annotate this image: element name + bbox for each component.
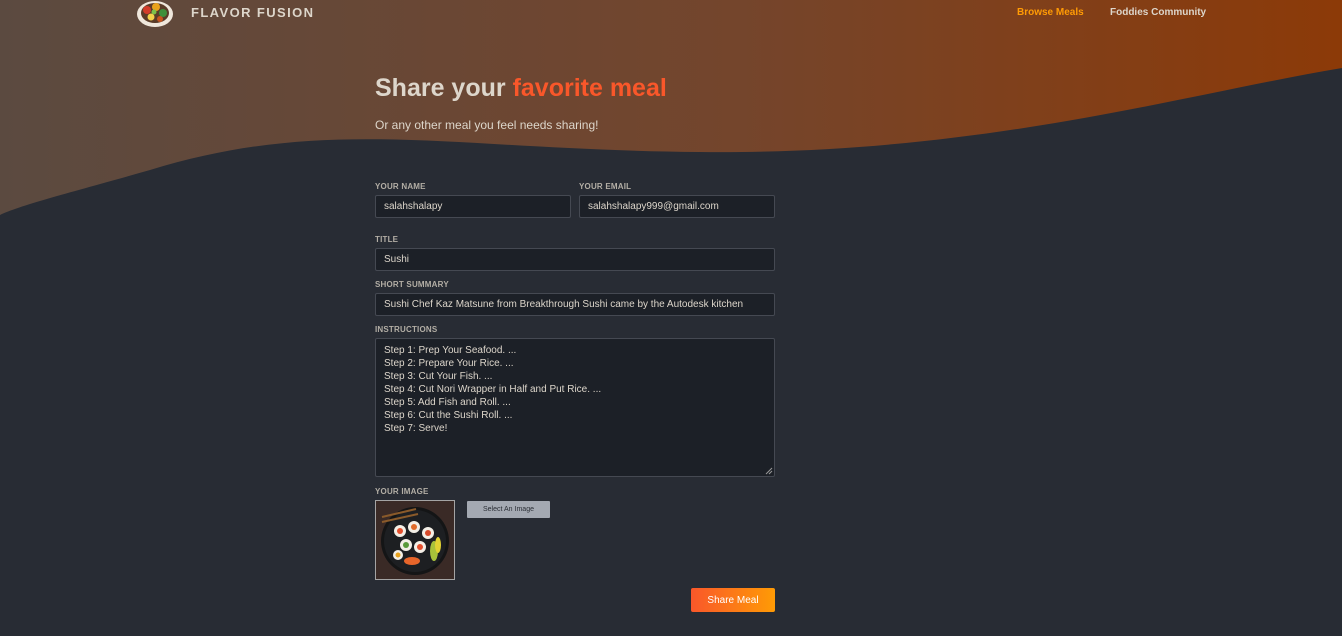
instructions-label: INSTRUCTIONS — [375, 325, 438, 334]
name-input[interactable]: salahshalapy — [375, 195, 571, 218]
instructions-textarea[interactable]: Step 1: Prep Your Seafood. ... Step 2: P… — [375, 338, 775, 477]
page-title: Share your favorite meal — [375, 72, 975, 104]
page-title-prefix: Share your — [375, 74, 513, 102]
home-logo-link[interactable]: FLAVOR FUSION — [135, 0, 314, 30]
top-navigation-bar: FLAVOR FUSION Browse Meals Foddies Commu… — [0, 0, 1342, 28]
name-label: YOUR NAME — [375, 182, 426, 191]
instruction-line: Step 5: Add Fish and Roll. ... — [384, 397, 511, 408]
image-preview — [375, 500, 455, 580]
instruction-line: Step 2: Prepare Your Rice. ... — [384, 358, 514, 369]
resize-grip-icon[interactable] — [765, 467, 773, 475]
image-label: YOUR IMAGE — [375, 487, 429, 496]
email-label: YOUR EMAIL — [579, 182, 632, 191]
instruction-line: Step 4: Cut Nori Wrapper in Half and Put… — [384, 384, 602, 395]
instruction-line: Step 1: Prep Your Seafood. ... — [384, 345, 517, 356]
title-label: TITLE — [375, 235, 399, 244]
page-subtitle: Or any other meal you feel needs sharing… — [375, 118, 599, 132]
title-input[interactable]: Sushi — [375, 248, 775, 271]
nav-browse-meals[interactable]: Browse Meals — [1017, 7, 1084, 18]
email-input[interactable]: salahshalapy999@gmail.com — [579, 195, 775, 218]
food-plate-icon — [137, 1, 173, 27]
instruction-line: Step 7: Serve! — [384, 423, 448, 434]
share-meal-button[interactable]: Share Meal — [691, 588, 775, 612]
instruction-line: Step 3: Cut Your Fish. ... — [384, 371, 493, 382]
hero-section: Share your favorite meal Or any other me… — [375, 72, 975, 132]
instruction-line: Step 6: Cut the Sushi Roll. ... — [384, 410, 513, 421]
summary-label: SHORT SUMMARY — [375, 280, 449, 289]
sushi-plate-image — [376, 501, 454, 579]
nav-foddies-community[interactable]: Foddies Community — [1110, 7, 1206, 18]
brand-name: FLAVOR FUSION — [191, 4, 315, 20]
page: FLAVOR FUSION Browse Meals Foddies Commu… — [0, 0, 1342, 636]
select-image-button[interactable]: Select An Image — [467, 501, 550, 518]
summary-input[interactable]: Sushi Chef Kaz Matsune from Breakthrough… — [375, 293, 775, 316]
page-title-highlight: favorite meal — [512, 74, 667, 102]
